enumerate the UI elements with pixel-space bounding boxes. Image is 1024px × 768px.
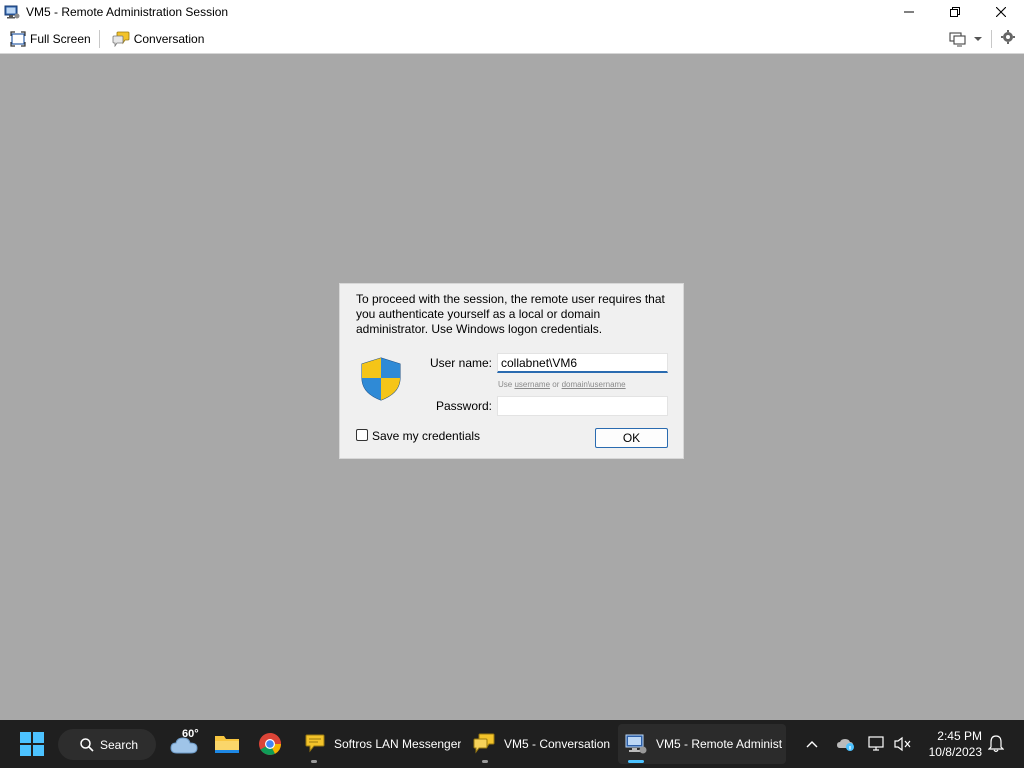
uac-shield-icon bbox=[361, 357, 401, 401]
messenger-icon bbox=[305, 734, 325, 753]
toolbar-separator bbox=[98, 29, 100, 48]
toolbar-right bbox=[949, 24, 1016, 53]
running-indicator bbox=[482, 760, 488, 763]
conversation-button[interactable]: Conversation bbox=[108, 27, 209, 51]
volume-tray-icon[interactable] bbox=[894, 720, 912, 768]
conversation-icon bbox=[112, 31, 130, 47]
weather-widget[interactable]: 60° bbox=[170, 720, 199, 768]
chrome-taskbar-icon[interactable] bbox=[258, 720, 282, 768]
username-hint: Use username or domain\username bbox=[498, 380, 626, 389]
taskbar-app-label: Softros LAN Messenger bbox=[334, 737, 462, 751]
taskbar-app-label: VM5 - Remote Administ bbox=[656, 737, 783, 751]
taskbar-clock[interactable]: 2:45 PM 10/8/2023 bbox=[929, 728, 982, 760]
active-indicator bbox=[628, 760, 644, 763]
chevron-up-icon bbox=[806, 741, 818, 748]
settings-button[interactable] bbox=[1000, 29, 1016, 48]
taskbar: Search 60° Softros LAN Messenger VM5 - C… bbox=[0, 720, 1024, 768]
start-button[interactable] bbox=[20, 720, 44, 768]
restore-button[interactable] bbox=[932, 0, 978, 24]
minimize-icon bbox=[904, 11, 914, 13]
full-screen-icon bbox=[10, 30, 26, 47]
password-input[interactable] bbox=[497, 396, 668, 416]
minimize-button[interactable] bbox=[886, 0, 932, 24]
taskbar-app-label: VM5 - Conversation bbox=[504, 737, 611, 751]
speaker-muted-icon bbox=[894, 736, 911, 752]
window-title: VM5 - Remote Administration Session bbox=[26, 5, 229, 19]
toolbar-separator bbox=[991, 29, 992, 48]
conversation-icon bbox=[473, 733, 495, 754]
ok-button[interactable]: OK bbox=[595, 428, 668, 448]
windows-start-icon bbox=[20, 732, 44, 756]
save-credentials-label[interactable]: Save my credentials bbox=[372, 429, 480, 443]
save-credentials-checkbox[interactable] bbox=[356, 429, 368, 441]
hint-domain-username-link: domain\username bbox=[561, 380, 626, 389]
taskbar-app-remote-admin[interactable]: VM5 - Remote Administ bbox=[618, 724, 786, 764]
window-controls bbox=[886, 0, 1024, 24]
gear-icon bbox=[1001, 30, 1015, 44]
weather-temp: 60° bbox=[182, 728, 199, 740]
show-hidden-icons-button[interactable] bbox=[806, 720, 818, 768]
password-label: Password: bbox=[435, 399, 492, 413]
display-select-button[interactable] bbox=[949, 31, 983, 47]
remote-admin-app-icon bbox=[4, 5, 20, 19]
search-icon bbox=[80, 737, 94, 752]
username-label: User name: bbox=[429, 356, 492, 370]
dialog-message: To proceed with the session, the remote … bbox=[356, 292, 665, 336]
chevron-down-icon bbox=[974, 36, 982, 41]
full-screen-label: Full Screen bbox=[30, 31, 91, 46]
clock-date: 10/8/2023 bbox=[928, 745, 982, 759]
close-icon bbox=[996, 7, 1006, 17]
search-label: Search bbox=[100, 737, 139, 752]
file-explorer-taskbar-icon[interactable] bbox=[214, 720, 240, 768]
cloud-info-icon bbox=[837, 739, 854, 751]
authentication-dialog: To proceed with the session, the remote … bbox=[339, 283, 684, 459]
toolbar: Full Screen Conversation bbox=[0, 24, 1024, 54]
full-screen-button[interactable]: Full Screen bbox=[6, 27, 95, 51]
close-button[interactable] bbox=[978, 0, 1024, 24]
monitor-icon bbox=[949, 31, 966, 46]
taskbar-app-conversation[interactable]: VM5 - Conversation bbox=[466, 724, 616, 764]
title-bar: VM5 - Remote Administration Session bbox=[0, 0, 1024, 24]
chrome-icon bbox=[259, 733, 281, 755]
restore-icon bbox=[950, 7, 960, 17]
hint-username-link: username bbox=[514, 380, 551, 389]
onedrive-tray-icon[interactable] bbox=[836, 720, 856, 768]
taskbar-app-softros[interactable]: Softros LAN Messenger bbox=[298, 724, 464, 764]
network-tray-icon[interactable] bbox=[868, 720, 886, 768]
running-indicator bbox=[311, 760, 317, 763]
username-input[interactable]: collabnet\VM6 bbox=[497, 353, 668, 373]
folder-icon bbox=[215, 736, 239, 753]
network-icon bbox=[868, 736, 884, 751]
remote-admin-app-icon bbox=[625, 734, 647, 754]
clock-time: 2:45 PM bbox=[937, 729, 982, 743]
notifications-button[interactable] bbox=[988, 720, 1004, 768]
conversation-label: Conversation bbox=[133, 31, 205, 46]
bell-icon bbox=[988, 735, 1004, 753]
taskbar-search[interactable]: Search bbox=[58, 729, 156, 760]
